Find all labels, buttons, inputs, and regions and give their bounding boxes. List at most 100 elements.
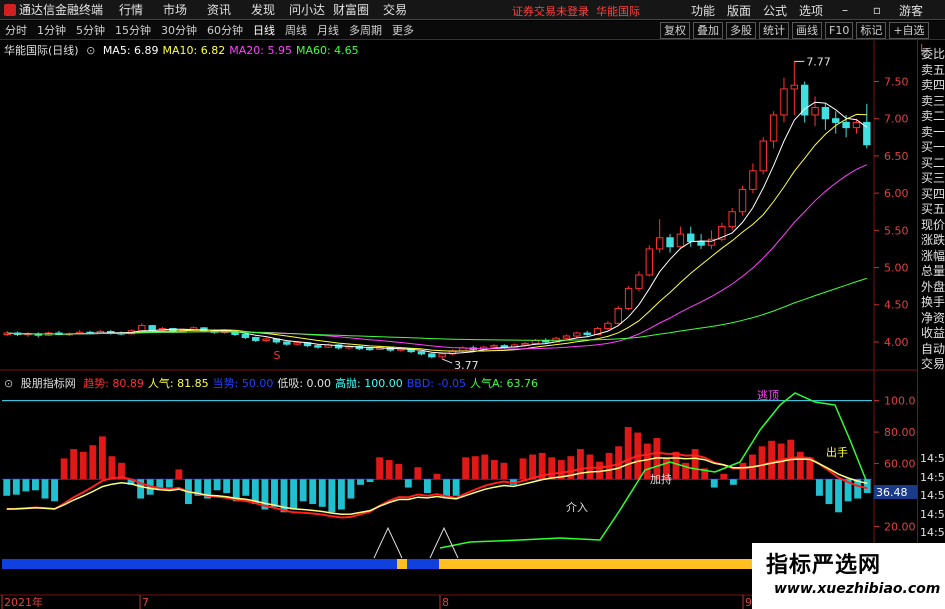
- side-item-13[interactable]: 涨幅: [920, 249, 945, 263]
- candle-body: [676, 233, 685, 248]
- low-buy-signal: [373, 526, 403, 559]
- side-item-6[interactable]: 买一: [920, 141, 945, 154]
- ind-bar: [108, 456, 116, 480]
- side-item-11[interactable]: 现价: [920, 218, 945, 232]
- side-time-2: 14:56: [920, 489, 945, 502]
- low-buy-signal-2: [429, 526, 459, 559]
- side-item-9[interactable]: 买四: [920, 187, 945, 201]
- side-time-4: 14:56: [920, 526, 945, 539]
- ind-bar: [490, 460, 498, 480]
- ind-bar: [720, 473, 728, 480]
- side-time-1: 14:56: [920, 470, 945, 484]
- candle-body: [262, 338, 270, 341]
- side-item-8[interactable]: 买三: [920, 172, 945, 185]
- price-tick-label: 7.00: [884, 113, 909, 126]
- ind-bar: [404, 479, 412, 488]
- candle-body: [573, 332, 581, 337]
- side-item-3[interactable]: 卖三: [920, 94, 945, 108]
- ind-bar: [271, 479, 278, 507]
- ind-bar: [815, 479, 823, 496]
- side-item-15[interactable]: 外盘: [920, 280, 945, 294]
- ind-bar: [710, 479, 718, 488]
- side-item-5[interactable]: 卖一: [920, 125, 945, 139]
- side-item-7[interactable]: 买二: [920, 156, 945, 170]
- date-label-2: 8: [442, 596, 449, 609]
- ind-bar: [223, 479, 231, 494]
- ind-bar: [739, 462, 747, 480]
- price-tick-label: 5.50: [884, 224, 909, 237]
- side-item-0[interactable]: 委比: [920, 48, 945, 61]
- side-item-12[interactable]: 涨跌: [920, 234, 945, 247]
- price-tick-label: 5.00: [884, 262, 909, 275]
- candle-body: [417, 351, 426, 355]
- ma-line-60: [7, 277, 867, 341]
- signal-strip-blue-2: [407, 559, 439, 569]
- ind-bar: [471, 456, 479, 480]
- side-time-3: 14:56: [920, 507, 945, 521]
- candle-body: [252, 336, 260, 341]
- ind-bar: [519, 458, 527, 480]
- watermark-logo: 指标严选网 www.xuezhibiao.com: [752, 543, 945, 609]
- ind-bar: [863, 479, 871, 494]
- ind-tick-label: 60.00: [884, 458, 916, 471]
- date-label-1: 7: [142, 596, 149, 609]
- candle-body: [624, 287, 633, 309]
- side-item-19[interactable]: 自动: [920, 342, 945, 356]
- ind-bar: [12, 479, 20, 495]
- candle-body: [531, 339, 540, 344]
- candle-body: [138, 325, 146, 332]
- ind-bar: [376, 457, 384, 480]
- side-item-18[interactable]: 收益: [920, 327, 945, 340]
- candle-body: [365, 348, 374, 351]
- high-price-label: 7.77: [806, 55, 831, 68]
- side-item-10[interactable]: 买五: [920, 203, 945, 216]
- ind-bar: [691, 449, 699, 480]
- side-item-14[interactable]: 总量: [920, 265, 945, 278]
- candle-body: [749, 170, 757, 190]
- candle-body: [842, 121, 850, 129]
- candle-body: [283, 341, 291, 345]
- candle-body: [738, 188, 747, 213]
- ind-bar: [79, 451, 87, 480]
- ma-line-10: [7, 113, 867, 352]
- sentiment-line: [6, 457, 868, 515]
- ind-bar: [835, 479, 842, 513]
- ind-bar: [462, 457, 470, 480]
- ma-line-5: [7, 101, 868, 354]
- candle-body: [148, 325, 156, 331]
- side-item-4[interactable]: 卖二: [920, 110, 945, 123]
- candle-body: [697, 240, 705, 246]
- candle-body: [821, 107, 830, 120]
- ind-tick-label: 20.00: [884, 521, 916, 534]
- candle-body: [490, 345, 498, 348]
- side-time-0: 14:56: [920, 452, 945, 465]
- candle-body: [780, 88, 788, 116]
- side-item-17[interactable]: 净资: [920, 311, 945, 325]
- candle-body: [832, 118, 840, 123]
- watermark-title: 指标严选网: [766, 553, 882, 578]
- ind-bar: [433, 473, 441, 480]
- ind-annotation-2: 加持: [650, 472, 672, 486]
- signal-strip-yellow-small: [397, 559, 407, 569]
- side-item-16[interactable]: 换手: [920, 296, 945, 309]
- candle-body: [666, 237, 674, 248]
- candle-body: [241, 334, 250, 338]
- ind-bar: [576, 449, 584, 480]
- ind-tick-label: 80.00: [884, 426, 916, 439]
- side-item-1[interactable]: 卖五: [920, 63, 945, 77]
- candle-body: [800, 84, 809, 116]
- price-tick-label: 7.50: [884, 75, 909, 88]
- side-item-20[interactable]: 交易: [920, 358, 945, 371]
- ind-bar: [51, 479, 59, 502]
- kline-chart[interactable]: 7.50 7.00 6.50 6.00 5.50 5.00 4.50 4.00 7.77 3.77…: [0, 0, 917, 609]
- ind-bar: [3, 479, 11, 496]
- side-item-2[interactable]: 卖四: [920, 79, 945, 92]
- signal-strip-yellow: [439, 559, 752, 569]
- ind-tick-label: 100.0: [884, 395, 916, 408]
- ind-bar: [175, 469, 183, 480]
- ind-bar: [337, 479, 345, 510]
- ind-bar: [624, 427, 632, 480]
- candle-body: [645, 248, 654, 276]
- ind-bar: [299, 479, 307, 502]
- ind-bar: [548, 457, 556, 480]
